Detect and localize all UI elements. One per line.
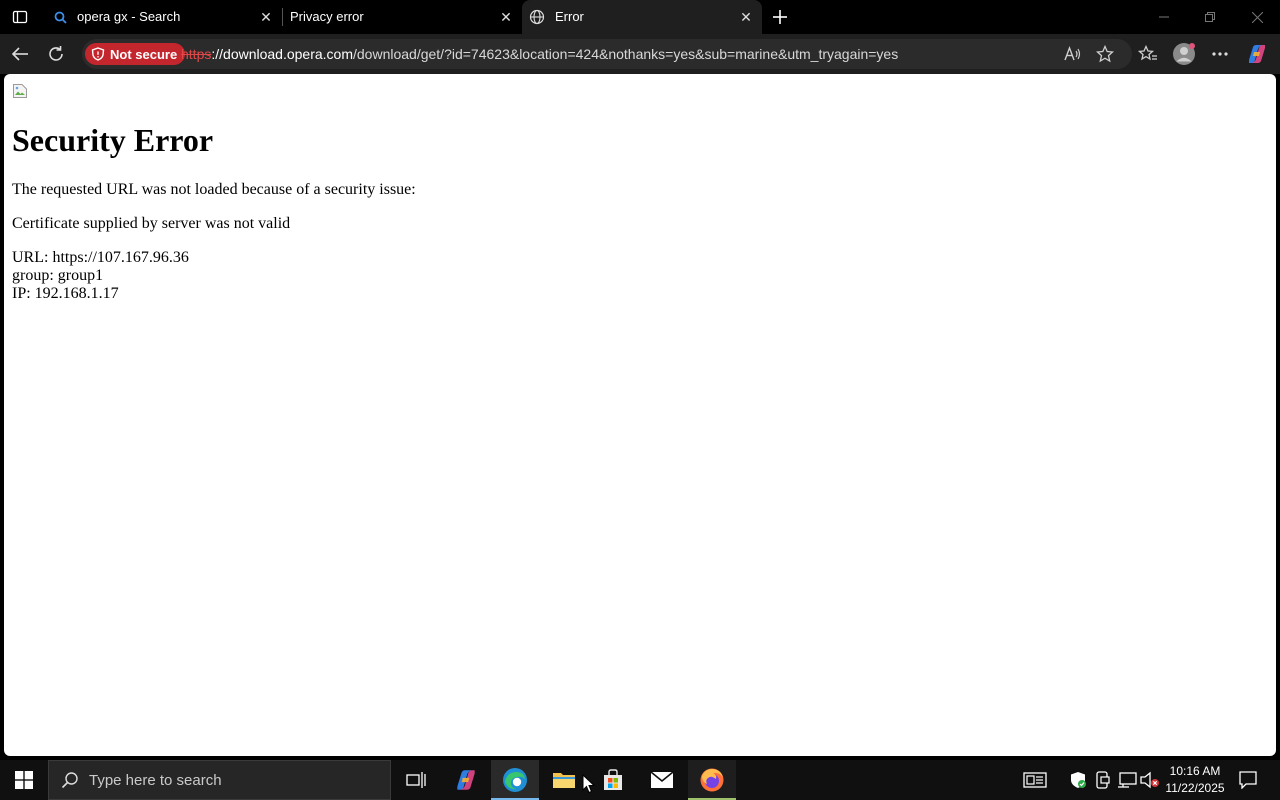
minimize-icon: [1159, 16, 1169, 18]
close-icon: [1251, 11, 1263, 23]
settings-more-button[interactable]: [1207, 41, 1233, 67]
tab-opera-search[interactable]: opera gx - Search ✕: [44, 0, 282, 34]
taskbar-search[interactable]: Type here to search: [48, 760, 391, 800]
minimize-button[interactable]: [1141, 0, 1187, 34]
tab-title: Error: [555, 9, 584, 24]
store-bag-icon: [604, 769, 622, 790]
mail-envelope-icon: [650, 771, 674, 788]
new-tab-button[interactable]: [766, 3, 794, 31]
file-explorer-taskbar-app[interactable]: [540, 760, 588, 800]
search-icon: [61, 772, 78, 789]
favorites-button[interactable]: [1135, 41, 1161, 67]
close-window-button[interactable]: [1234, 0, 1280, 34]
not-secure-label: Not secure: [110, 46, 178, 62]
copilot-icon: [457, 770, 475, 790]
avatar-icon: [1173, 43, 1195, 65]
url-text[interactable]: https://download.opera.com/download/get/…: [181, 46, 898, 62]
meet-now-button[interactable]: [1093, 770, 1113, 790]
task-view-button[interactable]: [392, 760, 440, 800]
mail-taskbar-app[interactable]: [638, 760, 686, 800]
restore-button[interactable]: [1187, 0, 1233, 34]
tab-title: opera gx - Search: [77, 9, 181, 24]
tab-title: Privacy error: [290, 9, 364, 24]
task-view-icon: [406, 772, 426, 788]
clock-date: 11/22/2025: [1165, 781, 1225, 795]
shield-warning-icon: [91, 47, 105, 61]
page-title: Security Error: [12, 122, 214, 158]
notification-icon: [1239, 771, 1257, 789]
search-placeholder: Type here to search: [89, 771, 222, 789]
page-viewport: Security Error The requested URL was not…: [4, 74, 1276, 756]
broken-image-icon: [12, 83, 28, 99]
search-icon: [54, 11, 67, 24]
tab-close-icon[interactable]: ✕: [258, 9, 274, 25]
refresh-button[interactable]: [41, 40, 71, 68]
store-taskbar-app[interactable]: [589, 760, 637, 800]
system-clock[interactable]: 10:16 AM 11/22/2025: [1162, 763, 1228, 797]
defender-shield-icon: [1071, 772, 1086, 788]
detail-group: group: group1: [12, 267, 104, 284]
address-bar[interactable]: Not secure https://download.opera.com/do…: [82, 39, 1132, 69]
restore-icon: [1205, 12, 1215, 22]
back-button[interactable]: [5, 40, 35, 68]
tab-close-icon[interactable]: ✕: [738, 9, 754, 25]
network-icon: [1118, 772, 1137, 788]
profile-button[interactable]: [1171, 41, 1197, 67]
url-scheme: https: [181, 46, 212, 62]
read-aloud-button[interactable]: [1060, 41, 1086, 67]
url-host: ://download.opera.com: [211, 46, 353, 62]
tab-strip: opera gx - Search ✕ Privacy error ✕ Erro…: [0, 0, 1280, 34]
start-button[interactable]: [0, 760, 48, 800]
star-icon: [1096, 45, 1114, 63]
network-button[interactable]: [1117, 770, 1137, 790]
not-secure-chip[interactable]: Not secure: [85, 43, 186, 65]
folder-icon: [553, 773, 575, 788]
url-path: /download/get/?id=74623&location=424&not…: [353, 46, 899, 62]
edge-taskbar-app[interactable]: [491, 760, 539, 800]
favorites-icon: [1138, 45, 1157, 61]
error-message: The requested URL was not loaded because…: [12, 181, 416, 198]
security-tray-button[interactable]: [1068, 770, 1088, 790]
read-aloud-icon: [1064, 46, 1081, 61]
copilot-button[interactable]: [1244, 41, 1270, 67]
tab-actions-icon: [12, 10, 28, 24]
edge-browser-icon: [503, 768, 527, 792]
tab-privacy-error[interactable]: Privacy error ✕: [282, 0, 522, 34]
mouse-cursor-icon: [582, 774, 596, 794]
plus-icon: [773, 10, 787, 24]
detail-url: URL: https://107.167.96.36: [12, 249, 189, 266]
clock-time: 10:16 AM: [1169, 764, 1221, 778]
back-arrow-icon: [11, 47, 28, 61]
tab-actions-button[interactable]: [4, 4, 36, 30]
more-dots-icon: [1212, 52, 1228, 56]
error-reason: Certificate supplied by server was not v…: [12, 215, 291, 232]
news-icon: [1023, 772, 1047, 788]
browser-toolbar: Not secure https://download.opera.com/do…: [0, 34, 1280, 74]
tab-error-active[interactable]: Error ✕: [522, 0, 762, 34]
volume-muted-icon: [1140, 771, 1159, 789]
tab-close-icon[interactable]: ✕: [498, 9, 514, 25]
copilot-taskbar-app[interactable]: [442, 760, 490, 800]
globe-icon: [529, 9, 545, 25]
refresh-icon: [49, 46, 63, 61]
windows-logo-icon: [15, 771, 33, 789]
detail-ip: IP: 192.168.1.17: [12, 285, 119, 302]
phone-link-icon: [1096, 771, 1110, 789]
notifications-button[interactable]: [1238, 770, 1258, 790]
news-widget-button[interactable]: [1022, 770, 1048, 790]
firefox-taskbar-app[interactable]: [688, 760, 736, 800]
firefox-icon: [700, 768, 724, 792]
volume-button[interactable]: [1140, 770, 1160, 790]
copilot-icon: [1249, 45, 1265, 63]
favorite-button[interactable]: [1092, 41, 1118, 67]
taskbar: Type here to search 10:16 AM 11/22/2025: [0, 760, 1280, 800]
